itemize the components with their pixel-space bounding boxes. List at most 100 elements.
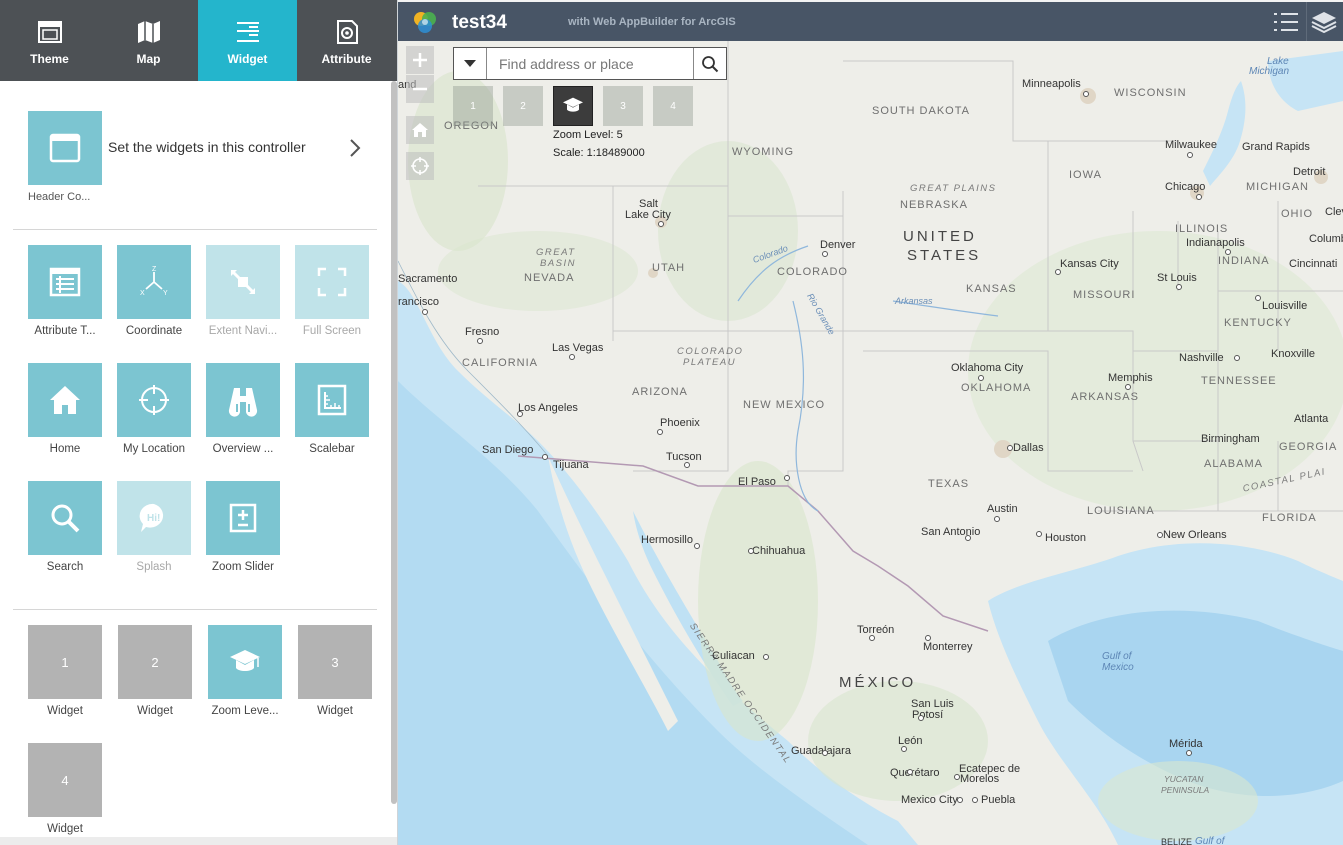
state-label: ARKANSAS <box>1071 391 1139 403</box>
city-label: Culiacan <box>712 650 755 662</box>
state-label: TENNESSEE <box>1201 375 1277 387</box>
widget-home[interactable] <box>28 363 102 437</box>
map-widget-slot-1[interactable]: 1 <box>453 86 493 126</box>
placeholder-label: Zoom Leve... <box>211 705 279 717</box>
city-label: El Paso <box>738 476 776 488</box>
widget-overview-map[interactable] <box>206 363 280 437</box>
widget-attribute-table[interactable] <box>28 245 102 319</box>
state-label: SOUTH DAKOTA <box>872 105 970 117</box>
search-widget <box>453 47 727 80</box>
state-label: WISCONSIN <box>1114 87 1187 99</box>
list-menu-button[interactable] <box>1270 6 1302 38</box>
map-widget-slot-3[interactable]: 3 <box>603 86 643 126</box>
city-marker <box>542 454 548 460</box>
widget-extent-navigate[interactable] <box>206 245 280 319</box>
fullscreen-icon <box>317 267 347 297</box>
state-label: KANSAS <box>966 283 1017 295</box>
river-label: Arkansas <box>895 296 933 306</box>
my-location-button[interactable] <box>406 152 434 180</box>
placeholder-label: Widget <box>47 823 83 835</box>
map-widget-slot-2[interactable]: 2 <box>503 86 543 126</box>
scale-readout: Scale: 1:18489000 <box>553 147 645 159</box>
placeholder-zoom-level[interactable] <box>208 625 282 699</box>
chevron-right-icon[interactable] <box>348 137 362 159</box>
tab-map[interactable]: Map <box>99 0 198 81</box>
widget-icon <box>236 22 259 42</box>
water-label: Gulf of <box>1102 651 1132 662</box>
map-view[interactable]: OREGON SOUTH DAKOTA WISCONSIN WYOMING IO… <box>398 41 1343 845</box>
city-marker <box>477 338 483 344</box>
header-controller-tile[interactable] <box>28 111 102 185</box>
zoom-out-button[interactable] <box>406 75 434 103</box>
city-marker <box>1157 532 1163 538</box>
home-button[interactable] <box>406 116 434 144</box>
city-label: León <box>898 735 923 747</box>
graduation-cap-icon <box>563 97 583 112</box>
extent-arrows-icon <box>231 270 255 294</box>
widget-search[interactable] <box>28 481 102 555</box>
country-label: UNITED <box>903 228 977 245</box>
widget-zoom-slider[interactable] <box>206 481 280 555</box>
city-marker <box>822 750 828 756</box>
city-label: Memphis <box>1108 372 1153 384</box>
city-label: Morelos <box>960 773 1000 785</box>
map-widget-slot-4[interactable]: 4 <box>653 86 693 126</box>
search-submit-button[interactable] <box>693 48 726 79</box>
horizontal-scrollbar[interactable] <box>0 837 397 845</box>
city-label: Knoxville <box>1271 348 1316 360</box>
water-label: Michigan <box>1249 66 1290 77</box>
city-label: Phoenix <box>660 417 700 429</box>
tab-map-label: Map <box>136 52 161 66</box>
widget-coordinate[interactable]: Z X Y <box>117 245 191 319</box>
widget-label: My Location <box>122 443 185 455</box>
tab-attribute[interactable]: Attribute <box>297 0 396 81</box>
svg-text:Z: Z <box>152 266 157 273</box>
tab-theme[interactable]: Theme <box>0 0 99 81</box>
city-label: San Antonio <box>921 526 981 538</box>
city-marker <box>748 548 754 554</box>
city-marker <box>684 462 690 468</box>
xyz-axes-icon: Z X Y <box>140 266 168 297</box>
zoom-in-button[interactable] <box>406 46 434 74</box>
placeholder-number: 4 <box>61 772 69 788</box>
widget-splash[interactable]: Hi! <box>117 481 191 555</box>
city-marker <box>1234 355 1240 361</box>
attribute-icon <box>336 20 358 44</box>
placeholder-widget-4[interactable]: 4 <box>28 743 102 817</box>
widget-full-screen[interactable] <box>295 245 369 319</box>
placeholder-widget-1[interactable]: 1 <box>28 625 102 699</box>
search-icon <box>702 55 719 72</box>
search-source-dropdown[interactable] <box>454 48 487 79</box>
city-marker <box>1176 284 1182 290</box>
header-controller-row[interactable]: Set the widgets in this controller Heade… <box>28 111 373 203</box>
search-icon <box>51 504 80 533</box>
physical-label: PENINSULA <box>1161 785 1210 795</box>
physical-label: YUCATAN <box>1164 774 1204 784</box>
zoom-level-widget-button[interactable] <box>553 86 593 126</box>
vertical-scrollbar[interactable] <box>391 81 397 804</box>
layer-list-button[interactable] <box>1308 6 1340 38</box>
city-label: Minneapolis <box>1022 78 1081 90</box>
placeholder-widget-2[interactable]: 2 <box>118 625 192 699</box>
city-marker <box>422 309 428 315</box>
physical-label: BASIN <box>540 258 577 269</box>
placeholder-label: Widget <box>137 705 173 717</box>
city-label: Denver <box>820 239 856 251</box>
city-label: Chihuahua <box>752 545 806 557</box>
placeholder-widget-3[interactable]: 3 <box>298 625 372 699</box>
builder-panel: Theme Map Widget Attribute Set the widge… <box>0 0 398 845</box>
city-marker <box>1083 91 1089 97</box>
city-marker <box>978 375 984 381</box>
crosshair-icon <box>139 385 169 415</box>
city-label: Atlanta <box>1294 413 1329 425</box>
city-label: Kansas City <box>1060 258 1119 270</box>
city-label: Mexico City <box>901 794 958 806</box>
graduation-cap-icon <box>230 650 260 671</box>
state-label: IOWA <box>1069 169 1102 181</box>
divider <box>13 609 377 610</box>
widget-scalebar[interactable] <box>295 363 369 437</box>
widget-label: Attribute T... <box>34 325 96 337</box>
widget-my-location[interactable] <box>117 363 191 437</box>
tab-widget[interactable]: Widget <box>198 0 297 81</box>
search-input[interactable] <box>487 48 693 79</box>
